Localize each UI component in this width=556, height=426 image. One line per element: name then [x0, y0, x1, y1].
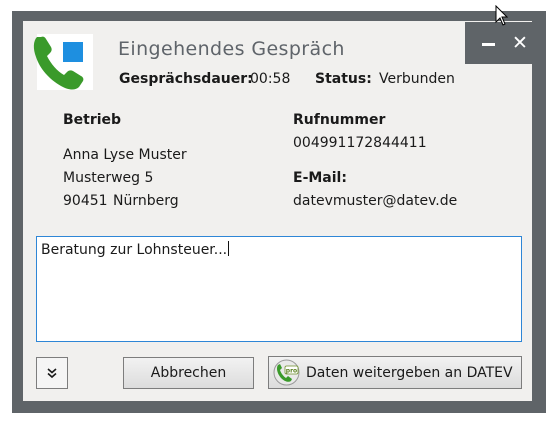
close-icon: ✕	[512, 31, 528, 54]
notes-text: Beratung zur Lohnsteuer...	[41, 242, 228, 258]
company-city: Nürnberg	[113, 193, 179, 209]
phone-call-icon	[33, 34, 93, 90]
company-street: Musterweg 5	[63, 170, 154, 186]
datev-pro-icon: pro	[273, 359, 300, 386]
phone-number[interactable]: 004991172844411	[293, 135, 427, 151]
duration-value: 00:58	[250, 71, 291, 87]
forward-button-label: Daten weitergeben an DATEV	[306, 364, 513, 381]
phone-label: Rufnummer	[293, 112, 386, 128]
duration-label: Gesprächsdauer:	[119, 71, 253, 87]
window-controls: ✕	[465, 22, 545, 64]
status-label: Status:	[315, 71, 372, 87]
company-postal-code: 90451	[63, 193, 108, 209]
forward-to-datev-button[interactable]: pro Daten weitergeben an DATEV	[268, 356, 522, 389]
minimize-icon	[481, 43, 495, 46]
status-value: Verbunden	[379, 71, 455, 87]
cancel-button[interactable]: Abbrechen	[123, 357, 254, 389]
text-caret	[228, 241, 230, 256]
svg-text:pro: pro	[286, 367, 297, 374]
cancel-button-label: Abbrechen	[150, 365, 227, 381]
company-label: Betrieb	[63, 112, 122, 128]
email-address[interactable]: datevmuster@datev.de	[293, 193, 457, 209]
mouse-pointer-icon	[495, 5, 509, 26]
email-label: E-Mail:	[293, 170, 347, 186]
notes-textarea[interactable]: Beratung zur Lohnsteuer...	[36, 236, 522, 342]
minimize-button[interactable]	[473, 22, 503, 64]
close-button[interactable]: ✕	[505, 22, 535, 64]
company-name: Anna Lyse Muster	[63, 147, 187, 163]
double-chevron-down-icon	[47, 368, 57, 379]
expand-button[interactable]	[36, 357, 68, 389]
dialog-title: Eingehendes Gespräch	[118, 38, 345, 60]
